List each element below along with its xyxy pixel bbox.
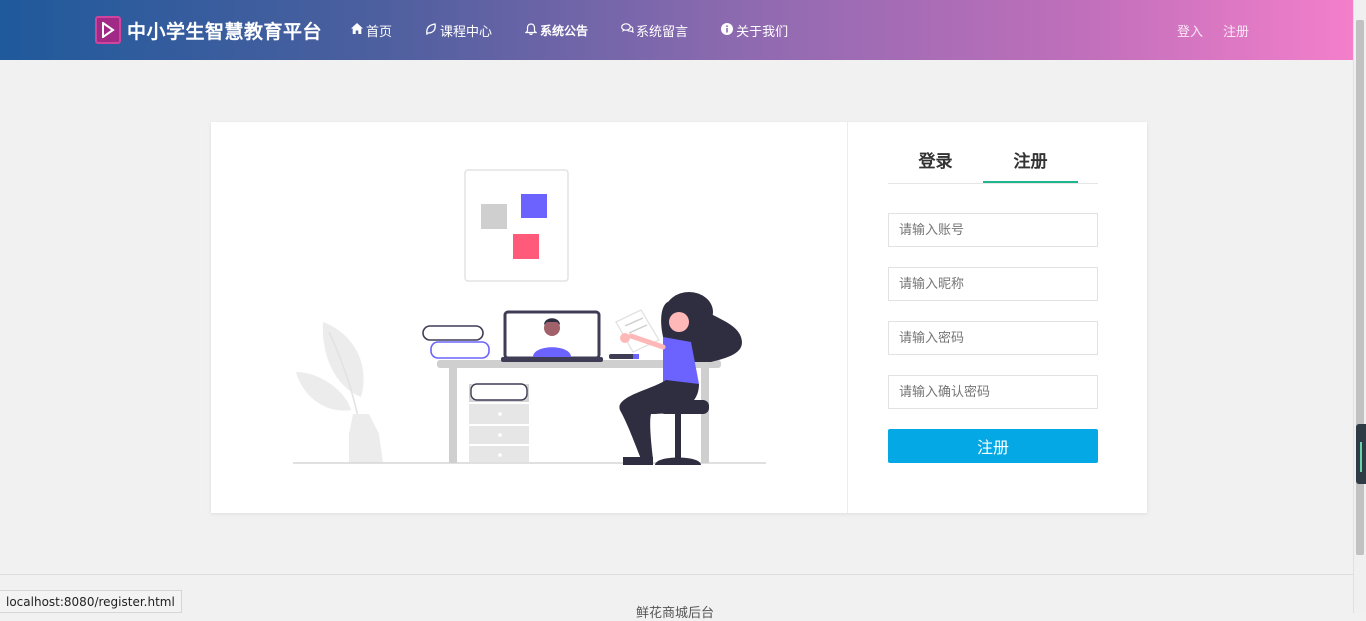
login-link[interactable]: 登入 bbox=[1177, 21, 1203, 40]
footer-divider bbox=[0, 574, 1354, 575]
nav-item-courses[interactable]: 课程中心 bbox=[425, 21, 492, 40]
nav-label: 系统公告 bbox=[540, 23, 589, 38]
card-divider bbox=[847, 122, 848, 513]
register-link[interactable]: 注册 bbox=[1223, 21, 1249, 40]
comments-icon bbox=[621, 23, 634, 37]
account-input[interactable] bbox=[888, 213, 1098, 247]
status-bar-url: localhost:8080/register.html bbox=[0, 590, 182, 613]
nav-auth: 登入 注册 bbox=[1177, 0, 1269, 60]
nav-menu: 首页 课程中心 系统公告 系统留言 关于我们 bbox=[351, 0, 821, 60]
nav-label: 系统留言 bbox=[636, 24, 689, 40]
vertical-scrollbar[interactable] bbox=[1353, 0, 1366, 613]
footer-text: 鲜花商城后台 bbox=[636, 606, 715, 621]
top-navbar: 中小学生智慧教育平台 首页 课程中心 系统公告 系统留言 关于我们 登入 注册 bbox=[0, 0, 1354, 60]
nav-item-home[interactable]: 首页 bbox=[351, 21, 392, 40]
nickname-input[interactable] bbox=[888, 267, 1098, 301]
nav-item-messages[interactable]: 系统留言 bbox=[621, 21, 688, 40]
bell-icon bbox=[524, 22, 538, 38]
password-input[interactable] bbox=[888, 321, 1098, 355]
play-logo-icon bbox=[95, 16, 121, 44]
nav-label: 首页 bbox=[366, 24, 393, 40]
confirm-password-input[interactable] bbox=[888, 375, 1098, 409]
nav-label: 关于我们 bbox=[736, 24, 789, 40]
side-widget[interactable] bbox=[1356, 424, 1366, 484]
illustration bbox=[211, 122, 847, 513]
auth-tabs: 登录 注册 bbox=[888, 144, 1098, 184]
info-icon bbox=[721, 22, 734, 38]
desk-illustration bbox=[293, 169, 766, 465]
nav-label: 课程中心 bbox=[440, 24, 493, 40]
register-card: 登录 注册 注册 bbox=[211, 122, 1147, 513]
home-icon bbox=[351, 23, 363, 37]
leaf-icon bbox=[425, 22, 437, 38]
register-submit-button[interactable]: 注册 bbox=[888, 429, 1098, 463]
tab-register[interactable]: 注册 bbox=[983, 144, 1078, 183]
nav-item-announcements[interactable]: 系统公告 bbox=[524, 22, 589, 39]
tab-login[interactable]: 登录 bbox=[888, 144, 983, 183]
brand[interactable]: 中小学生智慧教育平台 bbox=[95, 14, 322, 46]
brand-title: 中小学生智慧教育平台 bbox=[127, 20, 323, 43]
nav-item-about[interactable]: 关于我们 bbox=[721, 21, 788, 40]
